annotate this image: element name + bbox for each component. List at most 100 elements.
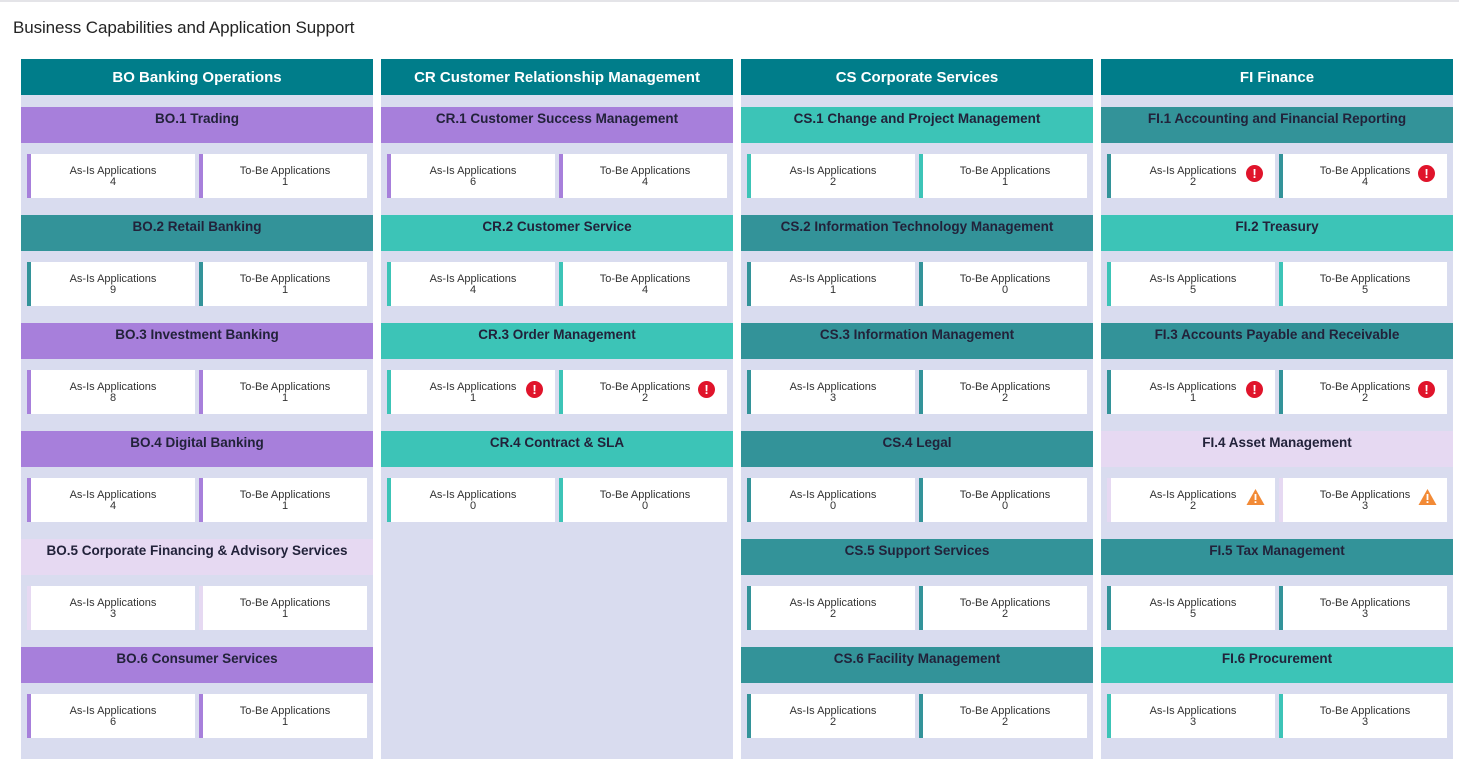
to-be-applications-card[interactable]: To-Be Applications 2! bbox=[1279, 370, 1447, 414]
capability-title-bar[interactable]: BO.6 Consumer Services bbox=[21, 647, 373, 683]
as-is-applications-card[interactable]: As-Is Applications 6 bbox=[27, 694, 195, 738]
page-title: Business Capabilities and Application Su… bbox=[13, 18, 355, 37]
capability-block: FI.3 Accounts Payable and Receivable As-I… bbox=[1101, 323, 1453, 431]
capability-title-bar[interactable]: FI.6 Procurement bbox=[1101, 647, 1453, 683]
to-be-applications-card[interactable]: To-Be Applications 2 bbox=[919, 694, 1087, 738]
capability-title-bar[interactable]: CR.1 Customer Success Management bbox=[381, 107, 733, 143]
to-be-applications-card[interactable]: To-Be Applications 1 bbox=[199, 154, 367, 198]
as-is-applications-card[interactable]: As-Is Applications 0 bbox=[387, 478, 555, 522]
to-be-applications-card[interactable]: To-Be Applications 1 bbox=[199, 478, 367, 522]
as-is-applications-card[interactable]: As-Is Applications 1! bbox=[387, 370, 555, 414]
capability-column: CR Customer Relationship Management CR.1 … bbox=[381, 59, 733, 759]
capability-title-bar[interactable]: FI.1 Accounting and Financial Reporting bbox=[1101, 107, 1453, 143]
as-is-applications-card[interactable]: As-Is Applications 6 bbox=[387, 154, 555, 198]
as-is-applications-card[interactable]: As-Is Applications 1! bbox=[1107, 370, 1275, 414]
to-be-count: 3 bbox=[1361, 716, 1369, 728]
as-is-count: 8 bbox=[109, 392, 117, 404]
as-is-applications-card[interactable]: As-Is Applications 2 bbox=[747, 694, 915, 738]
application-count-cards: As-Is Applications 3 To-Be Applications 2 bbox=[747, 370, 1087, 414]
capability-title-bar[interactable]: CS.5 Support Services bbox=[741, 539, 1093, 575]
capability-block: FI.1 Accounting and Financial Reporting A… bbox=[1101, 107, 1453, 215]
to-be-applications-card[interactable]: To-Be Applications 3 bbox=[1279, 478, 1447, 522]
as-is-applications-card[interactable]: As-Is Applications 1 bbox=[747, 262, 915, 306]
capability-block: BO.1 Trading As-Is Applications 4 To-Be App… bbox=[21, 107, 373, 215]
as-is-applications-card[interactable]: As-Is Applications 4 bbox=[387, 262, 555, 306]
as-is-applications-card[interactable]: As-Is Applications 3 bbox=[1107, 694, 1275, 738]
capability-title-bar[interactable]: CR.4 Contract & SLA bbox=[381, 431, 733, 467]
column-header[interactable]: FI Finance bbox=[1101, 59, 1453, 95]
to-be-applications-card[interactable]: To-Be Applications 4 bbox=[559, 154, 727, 198]
as-is-applications-card[interactable]: As-Is Applications 8 bbox=[27, 370, 195, 414]
capability-title-bar[interactable]: CR.3 Order Management bbox=[381, 323, 733, 359]
capability-title-bar[interactable]: BO.4 Digital Banking bbox=[21, 431, 373, 467]
capability-block: CS.4 Legal As-Is Applications 0 To-Be Appli… bbox=[741, 431, 1093, 539]
to-be-applications-card[interactable]: To-Be Applications 0 bbox=[559, 478, 727, 522]
as-is-applications-card[interactable]: As-Is Applications 3 bbox=[27, 586, 195, 630]
application-count-cards: As-Is Applications 4 To-Be Applications 4 bbox=[387, 262, 727, 306]
capability-title-bar[interactable]: CS.3 Information Management bbox=[741, 323, 1093, 359]
to-be-applications-card[interactable]: To-Be Applications 2! bbox=[559, 370, 727, 414]
as-is-applications-card[interactable]: As-Is Applications 3 bbox=[747, 370, 915, 414]
capability-title-bar[interactable]: FI.3 Accounts Payable and Receivable bbox=[1101, 323, 1453, 359]
capability-block: FI.6 Procurement As-Is Applications 3 To-Be… bbox=[1101, 647, 1453, 755]
as-is-applications-card[interactable]: As-Is Applications 4 bbox=[27, 478, 195, 522]
capability-title: CR.3 Order Management bbox=[478, 326, 636, 342]
to-be-applications-card[interactable]: To-Be Applications 0 bbox=[919, 478, 1087, 522]
to-be-applications-card[interactable]: To-Be Applications 1 bbox=[199, 370, 367, 414]
capability-title-bar[interactable]: CS.6 Facility Management bbox=[741, 647, 1093, 683]
to-be-applications-card[interactable]: To-Be Applications 3 bbox=[1279, 694, 1447, 738]
as-is-count: 5 bbox=[1189, 608, 1197, 620]
as-is-applications-card[interactable]: As-Is Applications 2 bbox=[747, 586, 915, 630]
capability-title-bar[interactable]: BO.1 Trading bbox=[21, 107, 373, 143]
error-icon: ! bbox=[698, 381, 715, 398]
as-is-applications-card[interactable]: As-Is Applications 9 bbox=[27, 262, 195, 306]
capability-title-bar[interactable]: CS.1 Change and Project Management bbox=[741, 107, 1093, 143]
capability-title-bar[interactable]: FI.4 Asset Management bbox=[1101, 431, 1453, 467]
to-be-applications-card[interactable]: To-Be Applications 4 bbox=[559, 262, 727, 306]
capability-title-bar[interactable]: FI.2 Treasury bbox=[1101, 215, 1453, 251]
column-header[interactable]: BO Banking Operations bbox=[21, 59, 373, 95]
as-is-applications-card[interactable]: As-Is Applications 2! bbox=[1107, 154, 1275, 198]
to-be-applications-card[interactable]: To-Be Applications 5 bbox=[1279, 262, 1447, 306]
application-count-cards: As-Is Applications 2 To-Be Applications 1 bbox=[747, 154, 1087, 198]
to-be-applications-card[interactable]: To-Be Applications 3 bbox=[1279, 586, 1447, 630]
to-be-applications-card[interactable]: To-Be Applications 0 bbox=[919, 262, 1087, 306]
application-count-cards: As-Is Applications 1 To-Be Applications 0 bbox=[747, 262, 1087, 306]
capability-title-bar[interactable]: CS.2 Information Technology Management bbox=[741, 215, 1093, 251]
capability-title-bar[interactable]: CS.4 Legal bbox=[741, 431, 1093, 467]
application-count-cards: As-Is Applications 2 To-Be Applications 3 bbox=[1107, 478, 1447, 522]
as-is-count: 2 bbox=[829, 176, 837, 188]
capability-title: BO.6 Consumer Services bbox=[116, 650, 278, 666]
capability-title: FI.2 Treasury bbox=[1235, 218, 1319, 234]
capability-block: FI.2 Treasury As-Is Applications 5 To-Be Ap… bbox=[1101, 215, 1453, 323]
as-is-applications-card[interactable]: As-Is Applications 4 bbox=[27, 154, 195, 198]
column-header[interactable]: CR Customer Relationship Management bbox=[381, 59, 733, 95]
as-is-applications-card[interactable]: As-Is Applications 2 bbox=[747, 154, 915, 198]
to-be-applications-card[interactable]: To-Be Applications 1 bbox=[199, 586, 367, 630]
capability-title-bar[interactable]: BO.3 Investment Banking bbox=[21, 323, 373, 359]
as-is-applications-card[interactable]: As-Is Applications 2 bbox=[1107, 478, 1275, 522]
capability-block: CS.2 Information Technology Management As… bbox=[741, 215, 1093, 323]
capability-title-bar[interactable]: CR.2 Customer Service bbox=[381, 215, 733, 251]
column-header[interactable]: CS Corporate Services bbox=[741, 59, 1093, 95]
to-be-applications-card[interactable]: To-Be Applications 1 bbox=[199, 694, 367, 738]
to-be-applications-card[interactable]: To-Be Applications 2 bbox=[919, 370, 1087, 414]
to-be-count: 5 bbox=[1361, 284, 1369, 296]
as-is-applications-card[interactable]: As-Is Applications 0 bbox=[747, 478, 915, 522]
error-icon: ! bbox=[1246, 165, 1263, 182]
to-be-applications-card[interactable]: To-Be Applications 4! bbox=[1279, 154, 1447, 198]
application-count-cards: As-Is Applications 5 To-Be Applications 5 bbox=[1107, 262, 1447, 306]
as-is-applications-card[interactable]: As-Is Applications 5 bbox=[1107, 262, 1275, 306]
capability-title-bar[interactable]: BO.5 Corporate Financing & Advisory Serv… bbox=[21, 539, 373, 575]
capability-title-bar[interactable]: FI.5 Tax Management bbox=[1101, 539, 1453, 575]
to-be-applications-card[interactable]: To-Be Applications 1 bbox=[919, 154, 1087, 198]
to-be-applications-card[interactable]: To-Be Applications 1 bbox=[199, 262, 367, 306]
error-icon: ! bbox=[526, 381, 543, 398]
to-be-applications-card[interactable]: To-Be Applications 2 bbox=[919, 586, 1087, 630]
as-is-count: 4 bbox=[469, 284, 477, 296]
capability-title-bar[interactable]: BO.2 Retail Banking bbox=[21, 215, 373, 251]
capability-block: BO.3 Investment Banking As-Is Application… bbox=[21, 323, 373, 431]
capability-column: CS Corporate Services CS.1 Change and Pro… bbox=[741, 59, 1093, 759]
capability-block: CR.2 Customer Service As-Is Applications 4… bbox=[381, 215, 733, 323]
as-is-applications-card[interactable]: As-Is Applications 5 bbox=[1107, 586, 1275, 630]
